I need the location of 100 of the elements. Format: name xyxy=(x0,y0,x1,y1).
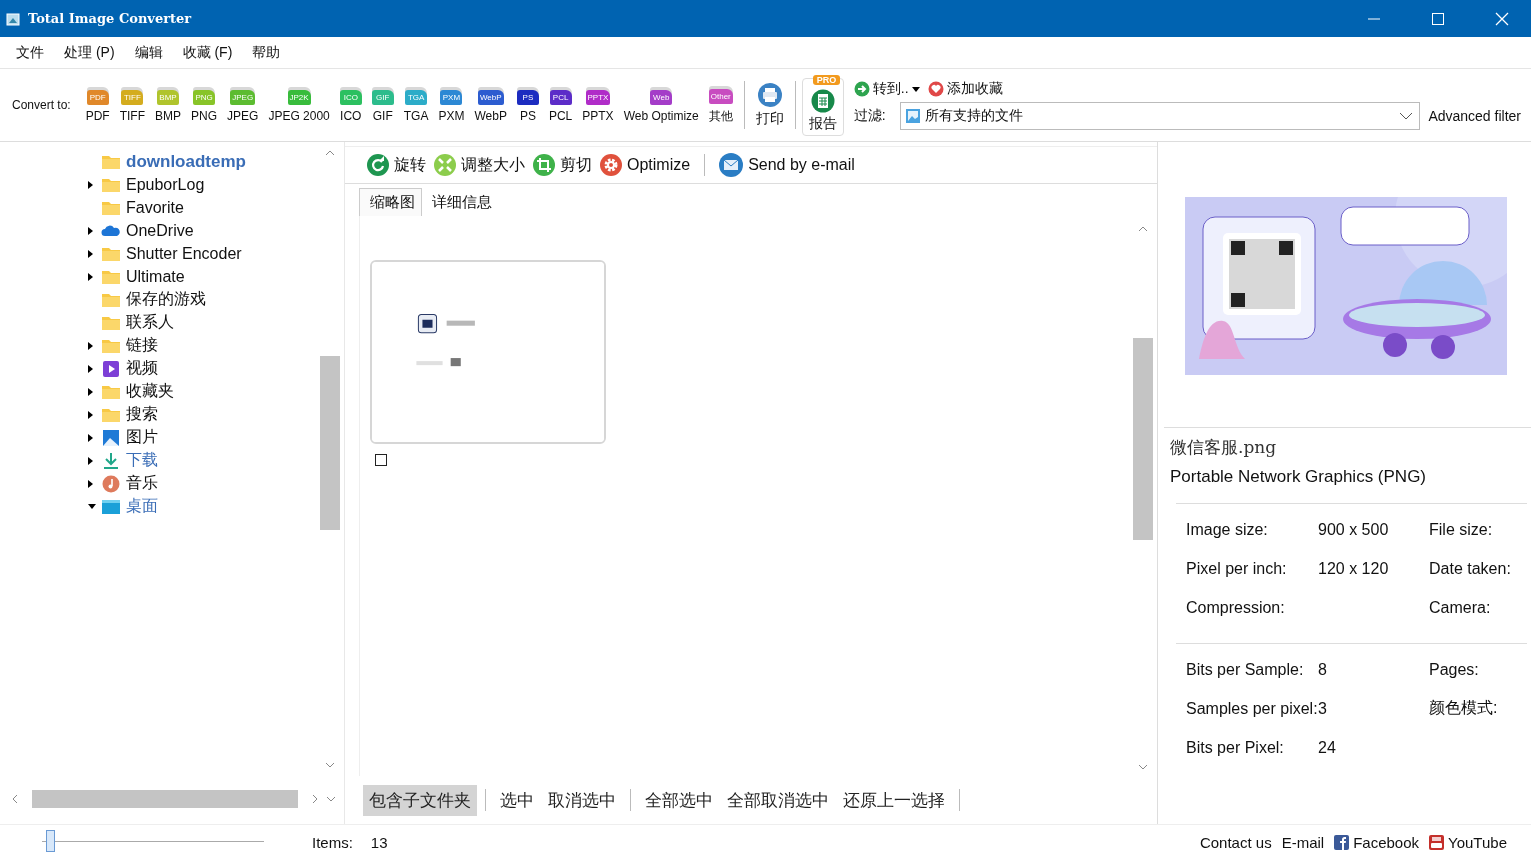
file-type-icon: JP2K xyxy=(287,90,311,105)
property-value: 120 x 120 xyxy=(1318,559,1389,577)
tree-item[interactable]: EpuborLog xyxy=(126,175,205,194)
tree-item[interactable]: Favorite xyxy=(126,198,184,217)
tree-item[interactable]: 视频 xyxy=(126,358,158,379)
format-button[interactable]: JP2K JPEG 2000 xyxy=(263,87,335,123)
format-button[interactable]: ICO ICO xyxy=(334,87,367,123)
file-type-icon: PPTX xyxy=(585,90,611,105)
format-button[interactable]: WebP WebP xyxy=(469,87,512,123)
image-icon xyxy=(101,428,121,447)
items-count: 13 xyxy=(370,833,388,851)
advanced-filter-link[interactable]: Advanced filter xyxy=(1428,108,1521,124)
format-button[interactable]: Other 其他 xyxy=(703,85,738,125)
folder-icon xyxy=(101,176,121,193)
spreadsheet-icon xyxy=(810,89,835,113)
format-button[interactable]: PDF PDF xyxy=(80,87,115,123)
chevron-right-icon[interactable] xyxy=(312,794,318,804)
chevron-left-icon[interactable] xyxy=(12,794,18,804)
selection-button[interactable]: 全部选中 xyxy=(639,784,719,816)
tree-item[interactable]: 收藏夹 xyxy=(126,381,174,402)
folder-icon xyxy=(101,153,121,170)
format-button[interactable]: Web Web Optimize xyxy=(618,87,704,123)
file-type-icon: JPEG xyxy=(230,90,256,105)
chevron-up-icon[interactable] xyxy=(1138,226,1148,232)
file-type-icon: BMP xyxy=(157,90,180,105)
tree-item[interactable]: 桌面 xyxy=(126,496,158,517)
footer-link[interactable]: Contact us xyxy=(1199,833,1272,851)
caret-icon xyxy=(911,86,920,92)
tree-item[interactable]: Shutter Encoder xyxy=(126,244,242,263)
go-to-button[interactable]: 转到.. xyxy=(853,80,920,98)
selection-button[interactable]: 包含子文件夹 xyxy=(363,784,477,816)
chevron-down-icon[interactable] xyxy=(1138,764,1148,770)
format-button[interactable]: PS PS xyxy=(511,87,544,123)
format-button[interactable]: PCL PCL xyxy=(543,87,578,123)
tab[interactable]: 详细信息 xyxy=(422,188,498,216)
action-button[interactable]: 剪切 xyxy=(533,154,592,176)
file-type-icon: TIFF xyxy=(121,90,144,105)
action-button[interactable]: Optimize xyxy=(600,154,691,176)
selection-button[interactable]: 选中 xyxy=(494,784,540,816)
folder-icon xyxy=(101,268,121,285)
tree-item[interactable]: 联系人 xyxy=(126,312,174,333)
format-button[interactable]: PXM PXM xyxy=(433,87,470,123)
facebook-icon xyxy=(1334,834,1350,850)
slider-thumb[interactable] xyxy=(46,830,56,852)
image-icon xyxy=(904,108,921,124)
selection-button[interactable]: 还原上一选择 xyxy=(837,784,951,816)
format-button[interactable]: PNG PNG xyxy=(186,87,223,123)
file-type-icon: PXM xyxy=(440,90,463,105)
format-button[interactable]: TGA TGA xyxy=(398,87,434,123)
collapse-arrow-icon[interactable] xyxy=(88,504,96,509)
maximize-icon[interactable] xyxy=(1431,11,1445,26)
tree-item[interactable]: downloadtemp xyxy=(126,151,246,172)
menu-item[interactable]: 文件 xyxy=(16,43,44,62)
chevron-up-icon[interactable] xyxy=(325,150,335,156)
close-icon[interactable] xyxy=(1495,11,1509,26)
selection-button[interactable]: 全部取消选中 xyxy=(721,784,835,816)
print-button[interactable]: 打印 xyxy=(750,82,789,128)
items-label: Items: xyxy=(312,833,353,851)
checkbox[interactable] xyxy=(375,454,387,466)
footer-link[interactable]: YouTube xyxy=(1429,833,1507,851)
chevron-down-icon[interactable] xyxy=(325,762,335,768)
tree-item[interactable]: 搜索 xyxy=(126,404,158,425)
footer-link[interactable]: Facebook xyxy=(1334,833,1420,851)
action-button[interactable]: Send by e-mail xyxy=(719,153,855,177)
selection-button[interactable]: 取消选中 xyxy=(542,784,622,816)
menu-item[interactable]: 帮助 xyxy=(252,43,281,62)
file-type-icon: GIF xyxy=(371,90,394,105)
folder-icon xyxy=(101,406,121,423)
add-favorite-button[interactable]: 添加收藏 xyxy=(927,80,1003,98)
format-button[interactable]: PPTX PPTX xyxy=(577,87,619,123)
format-button[interactable]: TIFF TIFF xyxy=(114,87,151,123)
format-button[interactable]: JPEG JPEG xyxy=(222,87,264,123)
action-button[interactable]: 调整大小 xyxy=(434,154,525,176)
tree-item[interactable]: OneDrive xyxy=(126,221,194,240)
menu-item[interactable]: 处理 (P) xyxy=(64,43,115,62)
footer-link[interactable]: E-mail xyxy=(1281,833,1325,851)
tree-item[interactable]: 链接 xyxy=(126,335,158,356)
report-button[interactable]: PRO 报告 xyxy=(801,78,844,136)
tree-item[interactable]: 音乐 xyxy=(126,473,158,494)
property-value: 24 xyxy=(1318,738,1336,756)
folder-icon xyxy=(101,199,121,216)
tree-item[interactable]: 保存的游戏 xyxy=(126,289,206,310)
format-button[interactable]: GIF GIF xyxy=(366,87,399,123)
menu-item[interactable]: 收藏 (F) xyxy=(182,43,233,62)
arrow-right-icon xyxy=(853,81,870,97)
property-label: Bits per Pixel: xyxy=(1186,738,1285,757)
chevron-down-icon[interactable] xyxy=(326,796,336,802)
tree-item[interactable]: 图片 xyxy=(126,427,158,448)
action-button[interactable]: 旋转 xyxy=(367,154,426,176)
rotate-icon xyxy=(367,154,389,176)
file-type-icon: WebP xyxy=(477,90,504,105)
zoom-slider[interactable] xyxy=(42,830,264,854)
property-label: Pages: xyxy=(1429,660,1479,678)
format-button[interactable]: BMP BMP xyxy=(150,87,187,123)
tree-item[interactable]: Ultimate xyxy=(126,267,185,286)
menu-item[interactable]: 编辑 xyxy=(134,43,163,62)
tab[interactable]: 缩略图 xyxy=(359,188,422,216)
filter-dropdown[interactable]: 所有支持的文件 xyxy=(899,102,1421,130)
property-label: Date taken: xyxy=(1429,559,1511,577)
tree-item[interactable]: 下载 xyxy=(126,450,158,471)
